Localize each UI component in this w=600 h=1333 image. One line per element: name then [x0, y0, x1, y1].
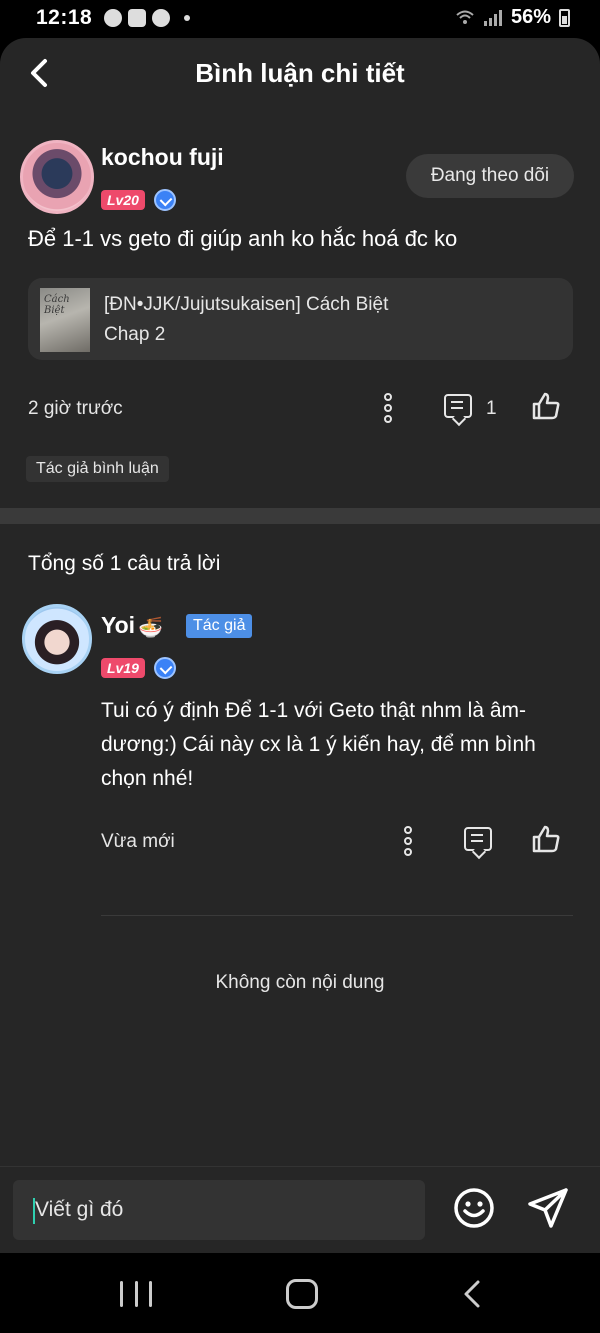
replier-username[interactable]: Yoi: [101, 612, 135, 639]
app-notification-icon: [128, 9, 146, 27]
author-commented-tag: Tác giả bình luận: [26, 456, 169, 482]
status-bar: 12:18 56%: [0, 0, 600, 38]
recent-apps-button[interactable]: [120, 1281, 152, 1307]
author-badge: Tác giả: [186, 614, 253, 638]
messenger-icon: [104, 9, 122, 27]
chevron-left-icon: [464, 1280, 480, 1308]
commenter-avatar[interactable]: [20, 140, 94, 214]
like-button[interactable]: [526, 819, 566, 859]
comment-input-placeholder: Viết gì đó: [35, 1198, 124, 1221]
section-divider: [0, 508, 600, 524]
story-cover-text: Cách Biệt: [44, 294, 70, 316]
more-notifications-dot: [184, 15, 190, 21]
reply-button[interactable]: [458, 821, 498, 861]
thumbs-up-icon: [532, 825, 560, 853]
level-badge: Lv20: [101, 190, 145, 210]
page-title: Bình luận chi tiết: [195, 58, 405, 88]
more-vertical-icon: [384, 393, 392, 401]
recent-apps-icon: [120, 1281, 123, 1307]
reply-timestamp: Vừa mới: [101, 831, 175, 852]
reply-text: Tui có ý định Để 1-1 với Geto thật nhm l…: [101, 699, 536, 790]
system-navigation-bar: [0, 1253, 600, 1333]
following-button[interactable]: Đang theo dõi: [406, 154, 574, 198]
messenger-icon: [152, 9, 170, 27]
signal-icon: [483, 9, 502, 26]
reply-count: 1: [486, 398, 497, 419]
like-button[interactable]: [526, 386, 566, 426]
send-button[interactable]: [526, 1186, 570, 1230]
total-replies-label: Tổng số 1 câu trả lời: [28, 552, 221, 575]
verified-badge-icon: [154, 657, 176, 679]
comment-timestamp: 2 giờ trước: [28, 398, 123, 419]
header: Bình luận chi tiết: [0, 38, 600, 112]
wifi-icon: [456, 10, 474, 24]
reply-divider: [101, 915, 573, 916]
story-card[interactable]: Cách Biệt [ĐN•JJK/Jujutsukaisen] Cách Bi…: [28, 278, 573, 360]
comment-icon: [444, 394, 472, 418]
story-chapter: Chap 2: [104, 324, 166, 345]
status-time: 12:18: [36, 6, 93, 29]
system-back-button[interactable]: [458, 1279, 488, 1309]
composer-divider: [0, 1166, 600, 1167]
notification-icons: [104, 9, 190, 27]
story-title: [ĐN•JJK/Jujutsukaisen] Cách Biệt: [104, 294, 389, 315]
noodle-emoji: 🍜: [138, 617, 163, 639]
status-right: 56%: [455, 6, 570, 29]
thumbs-up-icon: [532, 392, 560, 420]
more-options-button[interactable]: [388, 821, 428, 861]
comment-icon: [464, 827, 492, 851]
home-button[interactable]: [286, 1279, 318, 1309]
battery-percent: 56%: [510, 6, 551, 28]
comment-text: Để 1-1 vs geto đi giúp anh ko hắc hoá đc…: [28, 226, 458, 251]
comment-input[interactable]: Viết gì đó: [13, 1180, 425, 1240]
emoji-button[interactable]: [452, 1186, 496, 1230]
more-vertical-icon: [404, 826, 412, 834]
replier-avatar[interactable]: [22, 604, 92, 674]
smiley-icon: [454, 1188, 494, 1228]
verified-badge-icon: [154, 189, 176, 211]
battery-icon: [559, 8, 570, 27]
level-badge: Lv19: [101, 658, 145, 678]
commenter-username[interactable]: kochou fuji: [101, 144, 224, 171]
send-icon: [528, 1188, 568, 1228]
reply-button[interactable]: [438, 388, 478, 428]
comment-detail-screen: Bình luận chi tiết kochou fuji Lv20 Đang…: [0, 38, 600, 1253]
more-options-button[interactable]: [368, 388, 408, 428]
end-of-content-label: Không còn nội dung: [215, 972, 385, 993]
story-cover-image: Cách Biệt: [40, 288, 90, 352]
